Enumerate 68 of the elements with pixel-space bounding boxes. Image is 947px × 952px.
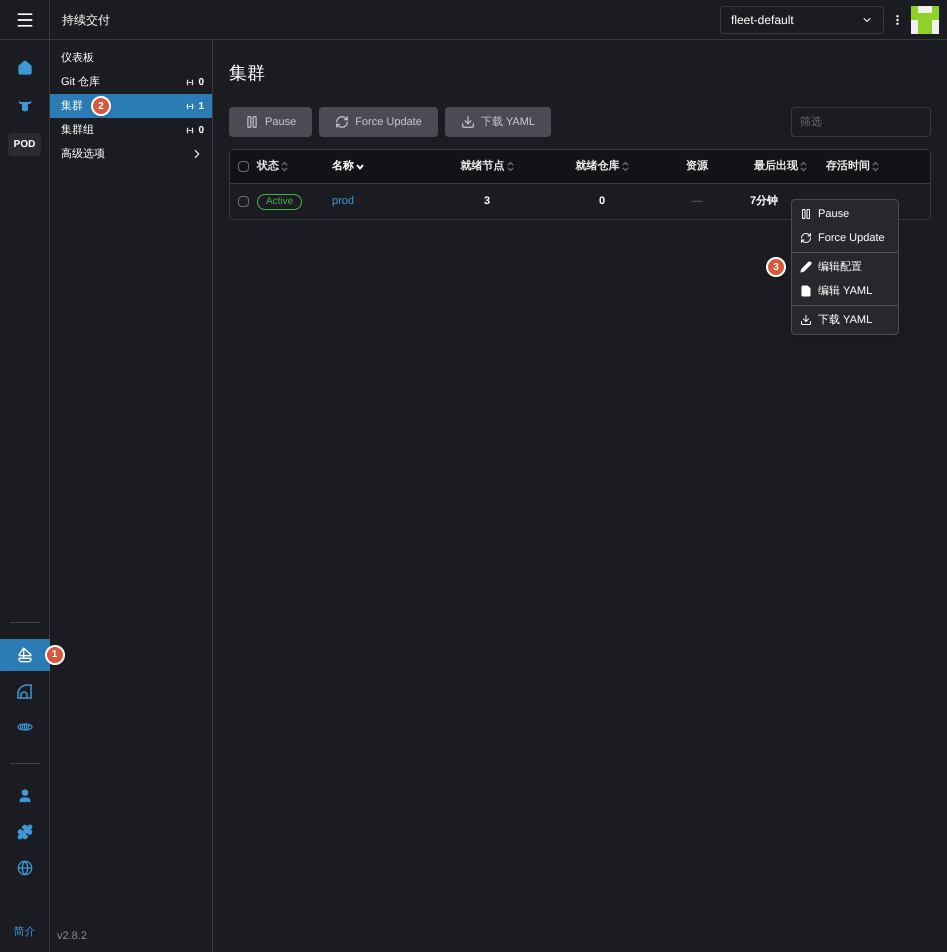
action-button[interactable]: Pause [229,107,312,137]
callout-marker: 2 [91,96,111,116]
sort-icon [506,161,514,172]
nav-item[interactable]: 集群组 0 [50,118,212,142]
download-icon [800,314,812,326]
table-cell-text: — [692,194,702,210]
column-header[interactable]: 就绪节点 [422,158,552,175]
pod-button[interactable]: POD [0,128,50,160]
puzzle-icon [16,824,32,840]
refresh-icon [335,115,350,129]
user-icon [16,788,32,804]
pause-icon [245,115,259,129]
action-button[interactable]: 下载 YAML [444,107,552,137]
refresh-icon [800,232,812,244]
sort-descending-icon [356,164,364,170]
nav-item[interactable]: 集群 2 1 [50,94,212,118]
sort-icon [872,161,879,172]
more-options-button[interactable] [896,14,899,26]
menu-item[interactable]: 编辑配置 [792,255,898,279]
count-label: 1 [198,100,204,114]
bracket-icon [186,78,194,86]
callout-marker: 3 [766,257,786,277]
pause-icon [800,208,812,220]
about-link[interactable]: 简介 [14,924,36,940]
column-header[interactable]: 最后出现 [742,158,822,175]
column-header[interactable]: 名称 [332,158,422,175]
sort-icon [281,161,288,172]
column-header[interactable]: 就绪仓库 [552,158,652,175]
page-title: 集群 [229,62,266,85]
version-label: v2.8.2 [56,928,88,944]
table-cell-text: 3 [484,194,490,210]
select-all-checkbox[interactable] [238,161,249,172]
cow-head-icon [16,98,32,114]
column-header[interactable]: 资源 [652,158,742,175]
sort-icon [800,161,807,172]
menu-item[interactable]: Pause [792,202,898,226]
home-icon [16,60,32,76]
count-label: 0 [198,124,204,138]
cluster-link[interactable]: prod [332,193,354,210]
sort-icon [622,161,628,172]
rail-button[interactable] [0,638,50,670]
globe-icon [16,860,32,876]
status-badge: Active [257,194,302,210]
more-icon [896,14,899,26]
nav-item[interactable]: 高级选项 [50,142,212,166]
bracket-icon [186,126,194,134]
nav-item[interactable]: 仪表板 [50,46,212,70]
dome-icon [16,682,32,698]
table-cell-text: 0 [598,194,606,210]
count-label: 0 [198,76,204,90]
sailboat-icon [16,646,32,662]
workspace-select[interactable]: fleet-default [720,6,884,34]
action-button[interactable]: Force Update [319,107,438,137]
file-icon [800,285,812,297]
menu-item[interactable]: 编辑 YAML [792,279,898,303]
download-icon [460,115,475,129]
filter-field[interactable]: 筛选 [791,107,931,137]
menu-item[interactable]: 下载 YAML [792,308,898,332]
column-header[interactable]: 存活时间 [822,158,922,175]
menu-item[interactable]: Force Update [792,226,898,250]
nav-item[interactable]: Git 仓库 0 [50,70,212,94]
app-title: 持续交付 [62,12,110,28]
table-cell-text: 7分钟 [750,194,778,210]
column-header[interactable]: 状态 [257,158,332,175]
row-checkbox[interactable] [238,196,249,207]
pencil-icon [800,261,812,273]
rope-icon [16,722,32,730]
bracket-icon [186,102,194,110]
